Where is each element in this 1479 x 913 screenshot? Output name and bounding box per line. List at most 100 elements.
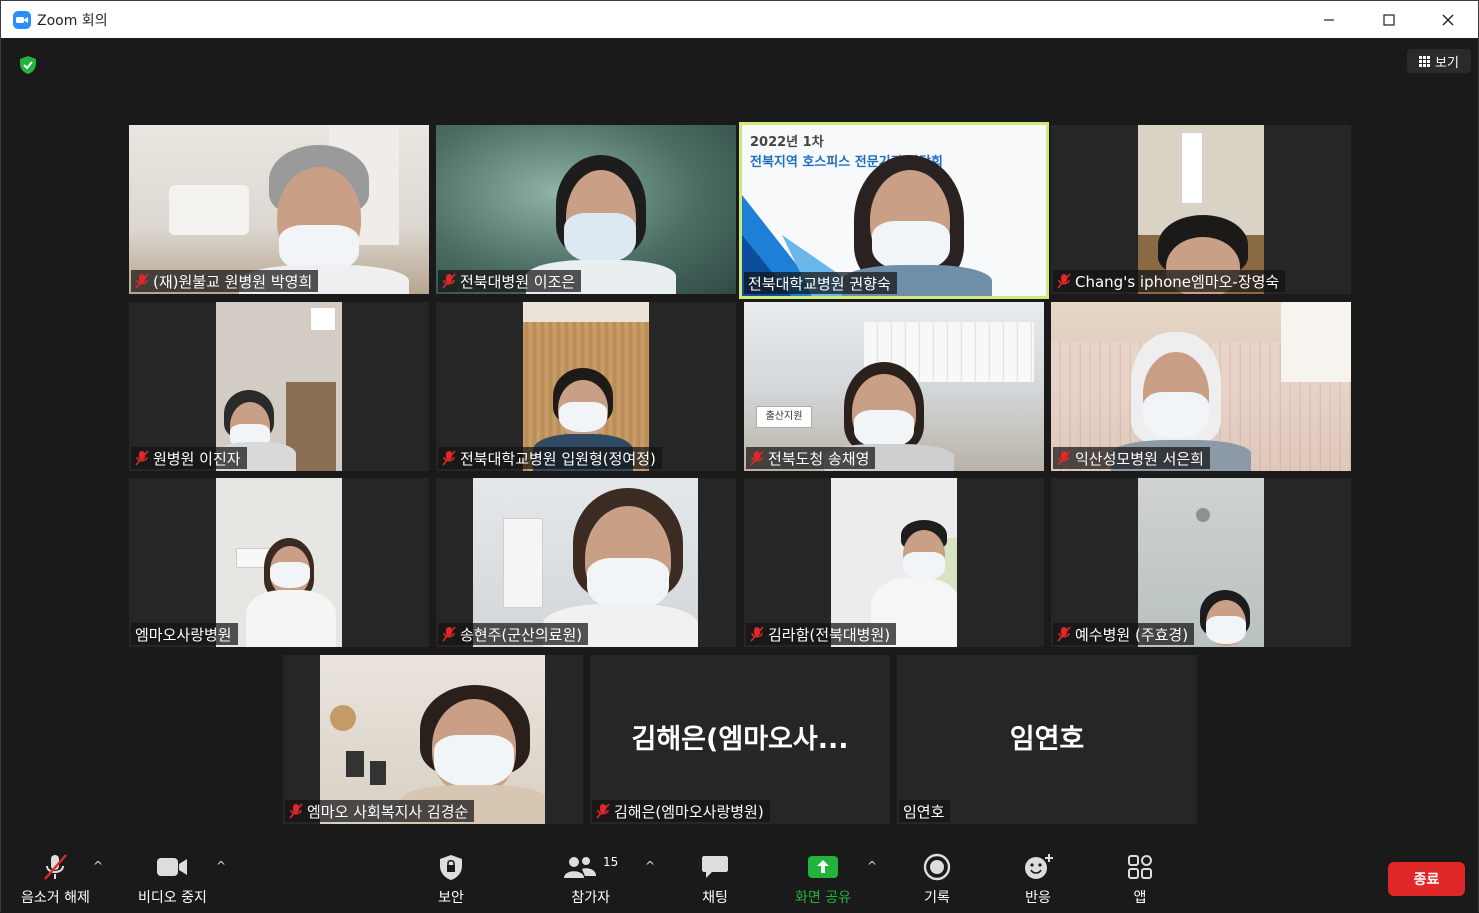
record-button[interactable]: 기록	[923, 851, 951, 907]
participant-video	[1138, 478, 1264, 647]
participant-video	[216, 478, 342, 647]
close-icon[interactable]	[1419, 1, 1477, 38]
participant-tile[interactable]: 엠마오사랑병원	[129, 478, 429, 647]
participant-tile[interactable]: 출산지원 전북도청 송채영	[744, 302, 1044, 471]
participant-name-tag: 예수병원 (주효경)	[1053, 623, 1195, 645]
participant-name-tag: 김라함(전북대병원)	[746, 623, 897, 645]
participant-video	[1138, 125, 1264, 294]
unmute-label: 음소거 해제	[21, 890, 90, 906]
participant-tile-no-video[interactable]: 김해은(엠마오사... 김해은(엠마오사랑병원)	[590, 655, 890, 824]
video-camera-icon	[156, 851, 188, 883]
participant-name: 임연호	[903, 802, 945, 821]
chat-icon	[701, 851, 729, 883]
participant-video	[436, 125, 736, 294]
participant-tile[interactable]: (재)원불교 원병원 박영희	[129, 125, 429, 294]
participant-name: 김해은(엠마오사랑병원)	[614, 802, 764, 821]
meeting-toolbar: 음소거 해제 ^ 비디오 중지 ^ 보안 15 참가자 ^ 채팅 화면 공유 ^…	[1, 841, 1478, 913]
encryption-shield-icon[interactable]	[18, 55, 38, 75]
participant-display-name: 김해은(엠마오사...	[631, 724, 849, 755]
share-screen-label: 화면 공유	[795, 890, 851, 906]
participant-video: 출산지원	[744, 302, 1044, 471]
mic-muted-icon	[750, 450, 764, 466]
mic-muted-icon	[442, 450, 456, 466]
participant-video	[129, 125, 429, 294]
participant-tile[interactable]: 익산성모병원 서은희	[1051, 302, 1351, 471]
video-options-caret[interactable]: ^	[216, 859, 226, 873]
participant-name: 전북대학교병원 권향숙	[748, 274, 891, 293]
participant-video	[473, 478, 698, 647]
mic-muted-icon	[289, 803, 303, 819]
participant-name-tag: 전북대학교병원 권향숙	[744, 272, 897, 294]
mic-muted-icon	[442, 626, 456, 642]
share-options-caret[interactable]: ^	[867, 859, 877, 873]
stop-video-button[interactable]: 비디오 중지	[138, 851, 207, 907]
mic-muted-icon	[1057, 450, 1071, 466]
chat-button[interactable]: 채팅	[701, 851, 729, 907]
participant-video	[216, 302, 342, 471]
reactions-icon	[1023, 851, 1053, 883]
participant-video	[831, 478, 957, 647]
participant-display-name: 임연호	[1009, 724, 1085, 755]
participant-name-tag: 송현주(군산의료원)	[438, 623, 589, 645]
title-bar: Zoom 회의	[1, 1, 1478, 38]
zoom-logo-icon	[13, 10, 31, 29]
participant-name-tag: 익산성모병원 서은희	[1053, 447, 1210, 469]
view-label: 보기	[1435, 55, 1459, 71]
participant-video	[320, 655, 545, 824]
participant-name: (재)원불교 원병원 박영희	[153, 272, 313, 291]
share-screen-icon	[807, 851, 839, 883]
participant-tile[interactable]: 전북대학교병원 입원형(정여정)	[436, 302, 736, 471]
participant-name: 전북도청 송채영	[768, 449, 870, 468]
participant-name: 익산성모병원 서은희	[1075, 449, 1204, 468]
participant-name: 원병원 이진자	[153, 449, 241, 468]
security-label: 보안	[438, 890, 464, 906]
participants-count: 15	[603, 855, 619, 869]
audio-options-caret[interactable]: ^	[93, 859, 103, 873]
participant-tile[interactable]: 송현주(군산의료원)	[436, 478, 736, 647]
window-title: Zoom 회의	[37, 12, 108, 29]
participant-tile[interactable]: 전북대병원 이조은	[436, 125, 736, 294]
participant-tile[interactable]: 김라함(전북대병원)	[744, 478, 1044, 647]
participant-name-tag: (재)원불교 원병원 박영희	[131, 270, 319, 292]
mic-muted-icon	[135, 450, 149, 466]
participant-tile[interactable]: Chang's iphone엠마오-장영숙	[1051, 125, 1351, 294]
participant-name-tag: 엠마오사랑병원	[131, 623, 238, 645]
reactions-button[interactable]: 반응	[1023, 851, 1053, 907]
unmute-button[interactable]: 음소거 해제	[21, 851, 90, 907]
reactions-label: 반응	[1025, 890, 1051, 906]
view-button[interactable]: 보기	[1407, 49, 1471, 73]
participants-icon: 15	[563, 851, 618, 883]
security-button[interactable]: 보안	[438, 851, 464, 907]
mic-muted-icon	[596, 803, 610, 819]
participant-name-tag: 전북도청 송채영	[746, 447, 876, 469]
participant-tile[interactable]: 원병원 이진자	[129, 302, 429, 471]
participants-options-caret[interactable]: ^	[645, 859, 655, 873]
maximize-icon[interactable]	[1360, 1, 1418, 38]
wall-sign-text: 출산지원	[756, 406, 812, 428]
minimize-icon[interactable]	[1300, 1, 1358, 38]
apps-button[interactable]: 앱	[1127, 851, 1153, 907]
participant-name-tag: 전북대병원 이조은	[438, 270, 582, 292]
share-screen-button[interactable]: 화면 공유	[795, 851, 851, 907]
end-meeting-button[interactable]: 종료	[1388, 862, 1465, 896]
participant-video	[523, 302, 649, 471]
mic-muted-icon	[40, 851, 70, 883]
participant-tile[interactable]: 엠마오 사회복지사 김경순	[283, 655, 583, 824]
mic-muted-icon	[750, 626, 764, 642]
participant-name: Chang's iphone엠마오-장영숙	[1075, 272, 1280, 291]
participant-tile[interactable]: 예수병원 (주효경)	[1051, 478, 1351, 647]
participant-tile-no-video[interactable]: 임연호 임연호	[897, 655, 1197, 824]
apps-icon	[1127, 851, 1153, 883]
participant-name-tag: 임연호	[899, 800, 951, 822]
stop-video-label: 비디오 중지	[138, 890, 207, 906]
grid-view-icon	[1419, 55, 1431, 67]
participants-button[interactable]: 15 참가자	[563, 851, 618, 907]
participant-name: 엠마오사랑병원	[135, 625, 232, 644]
participant-video: 2022년 1차 전북지역 호스피스 전문기관 간담회	[742, 125, 1046, 296]
participant-name: 전북대학교병원 입원형(정여정)	[460, 449, 656, 468]
apps-label: 앱	[1133, 890, 1147, 906]
participant-name: 전북대병원 이조은	[460, 272, 576, 291]
participant-name-tag: Chang's iphone엠마오-장영숙	[1053, 270, 1286, 292]
participant-tile-active-speaker[interactable]: 2022년 1차 전북지역 호스피스 전문기관 간담회 전북대학교병원 권향숙	[739, 122, 1049, 299]
participant-name-tag: 김해은(엠마오사랑병원)	[592, 800, 770, 822]
